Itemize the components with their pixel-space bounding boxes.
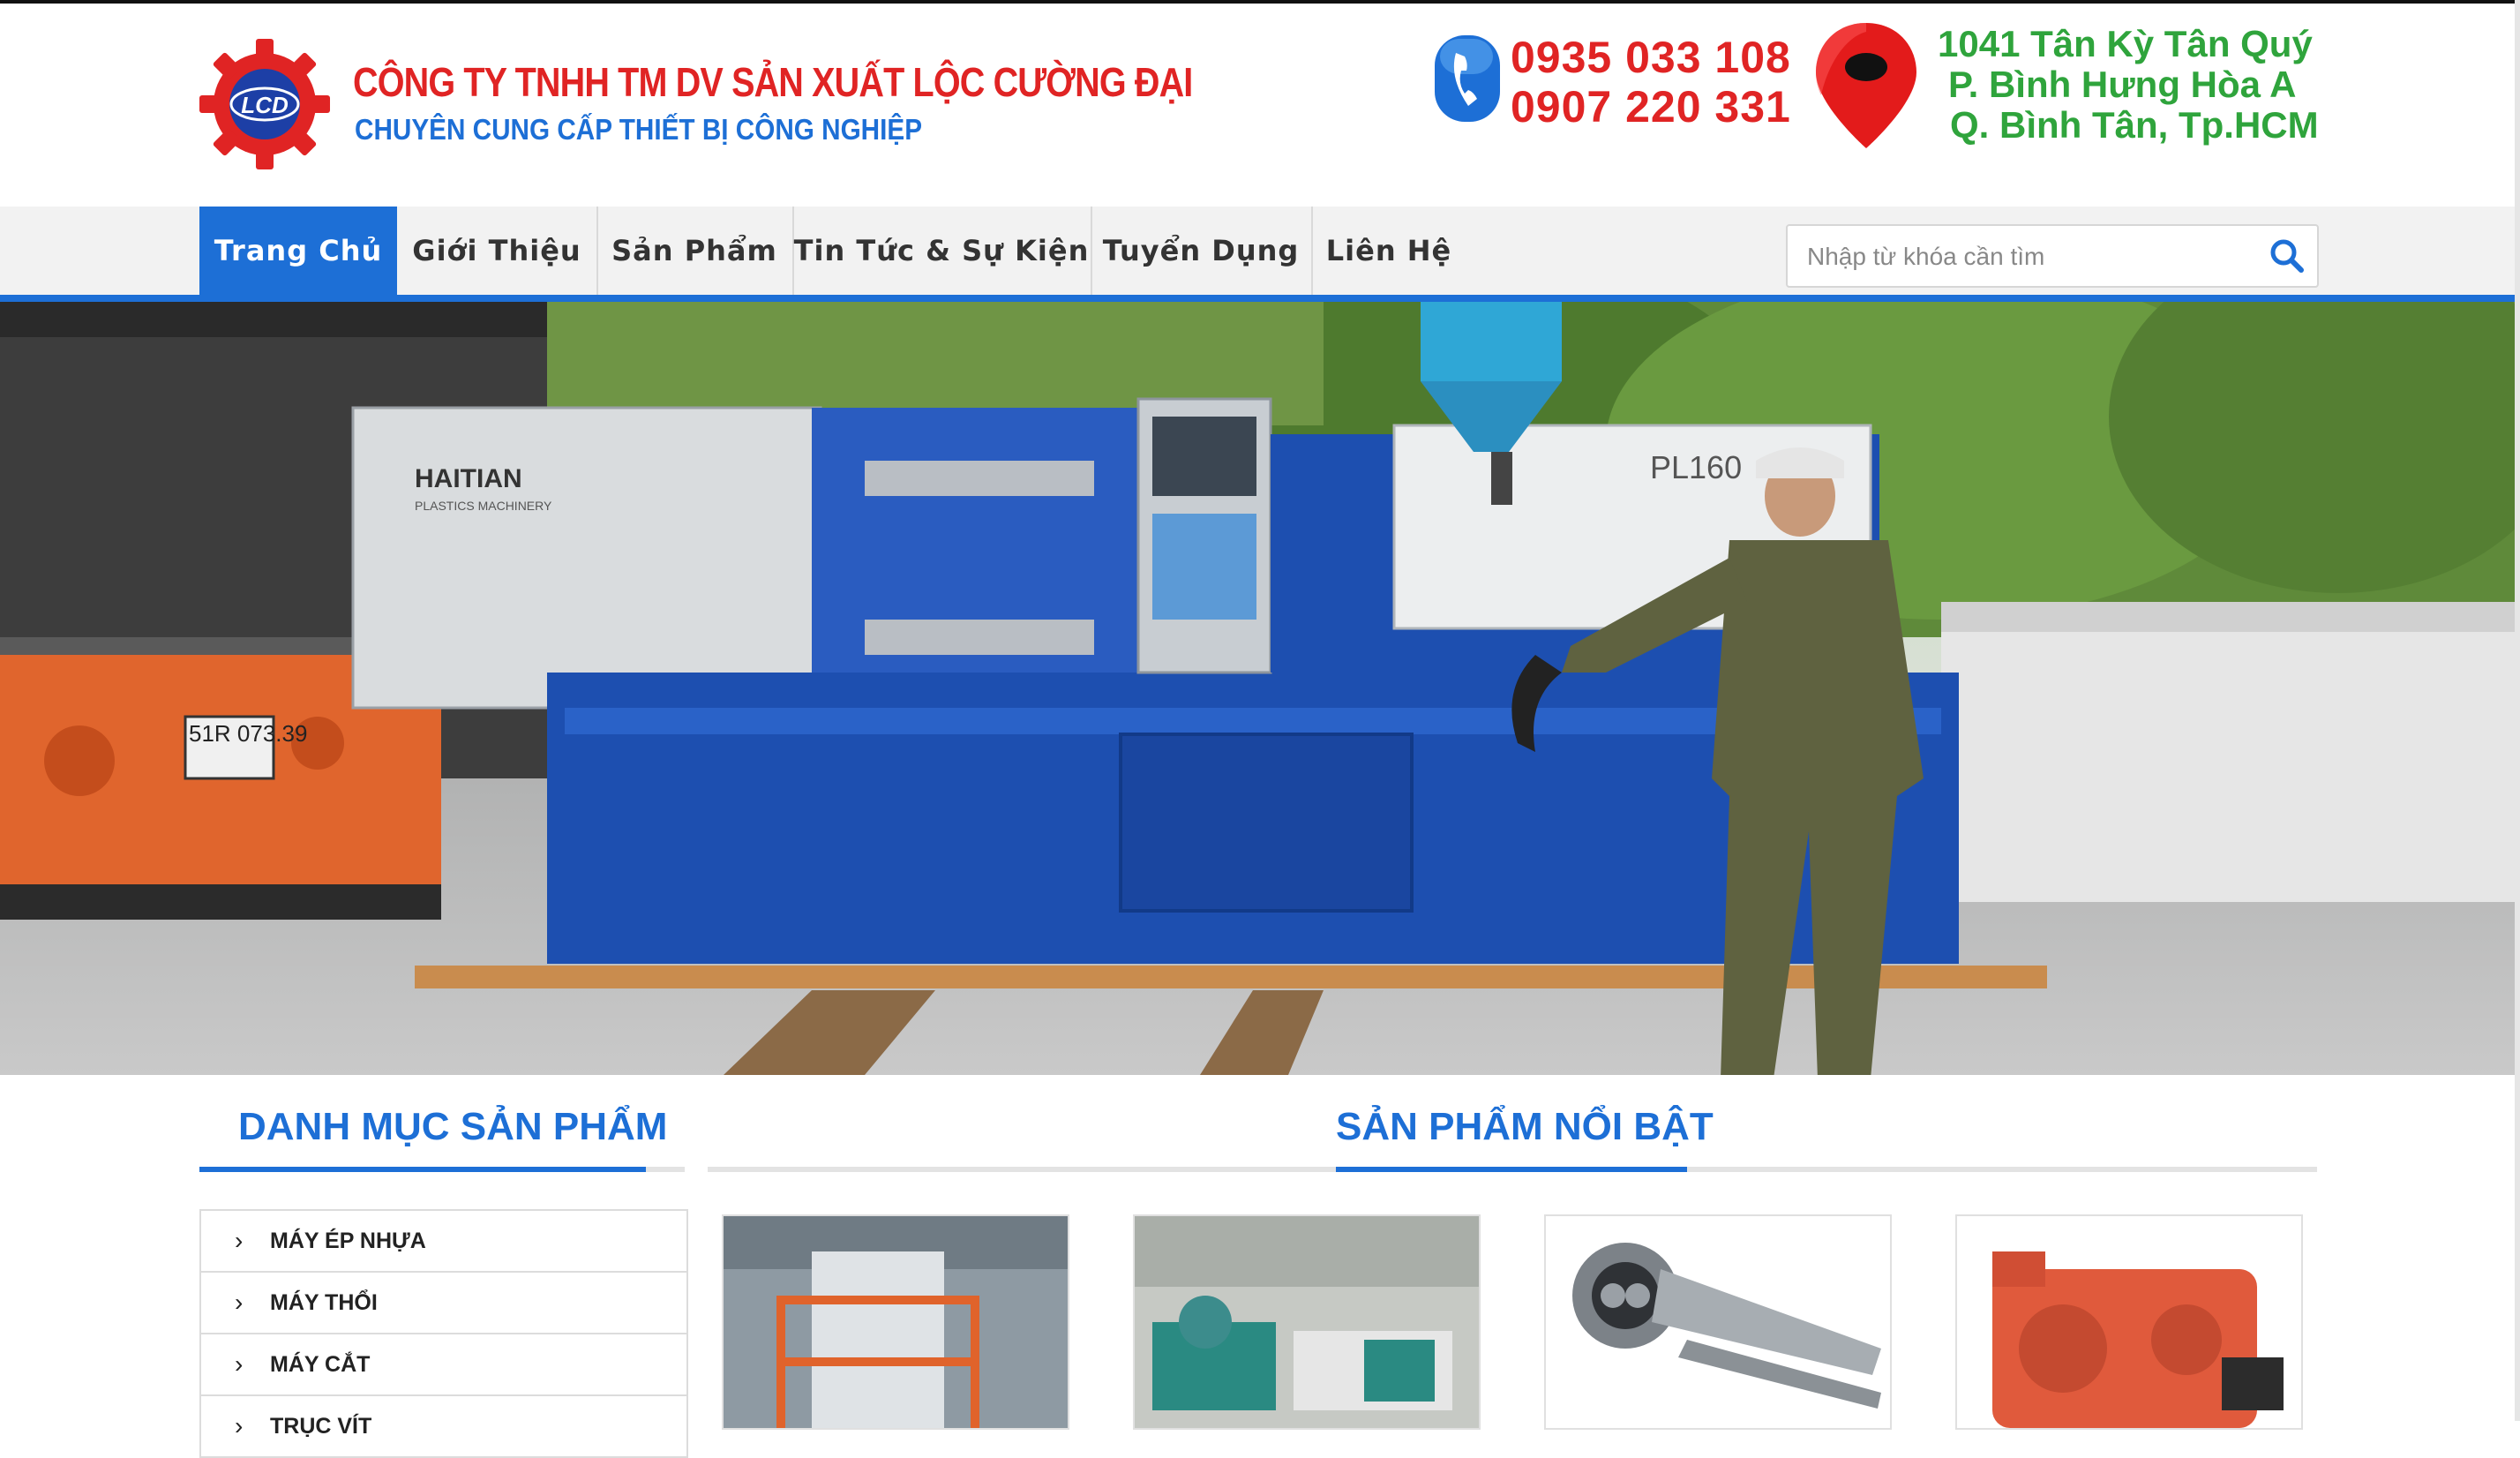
map-pin-icon [1811,19,1922,152]
category-item[interactable]: › MÁY THỔI [201,1273,686,1334]
featured-section-title: SẢN PHẨM NỔI BẬT [1336,1105,1714,1148]
logo-text: LCD [241,92,289,118]
hero-banner[interactable]: PL160 HAITIAN PLASTICS MACHINERY 51R 073… [0,302,2515,1075]
chevron-right-icon: › [235,1227,244,1254]
category-item[interactable]: › TRỤC VÍT [201,1396,686,1458]
machine-brand-label: HAITIAN [415,464,522,493]
address-line-2: P. Bình Hưng Hòa A [1948,64,2297,105]
category-item-label: MÁY THỔI [270,1289,378,1315]
search-box [1786,224,2319,288]
chevron-right-icon: › [235,1350,244,1378]
featured-title-underline [1336,1167,1687,1172]
category-item-label: MÁY CẮT [270,1351,371,1377]
category-item-label: TRỤC VÍT [270,1413,372,1439]
category-section-title: DANH MỤC SẢN PHẨM [238,1105,668,1148]
address-line-1: 1041 Tân Kỳ Tân Quý [1938,23,2313,64]
category-title-underline [199,1167,646,1172]
search-button[interactable] [2268,237,2306,275]
featured-product-card[interactable] [1955,1214,2303,1430]
scrollbar-track[interactable] [2515,0,2520,1421]
machine-subbrand-label: PLASTICS MACHINERY [415,499,552,513]
featured-product-card[interactable] [1133,1214,1481,1430]
featured-product-card[interactable] [1544,1214,1892,1430]
product-image [1546,1216,1890,1428]
nav-about[interactable]: Giới Thiệu [397,207,598,295]
truck-plate-label: 51R 073.39 [189,720,307,747]
product-image [1135,1216,1479,1428]
nav-news-events[interactable]: Tin Tức & Sự Kiện [792,207,1092,295]
chevron-right-icon: › [235,1412,244,1439]
search-icon [2270,239,2304,273]
banner-image: PL160 HAITIAN PLASTICS MACHINERY 51R 073… [0,302,2515,1075]
phone-number-2[interactable]: 0907 220 331 [1511,81,1791,132]
top-border [0,0,2520,4]
address-line-3: Q. Bình Tân, Tp.HCM [1950,104,2319,146]
nav-home[interactable]: Trang Chủ [199,207,397,295]
phone-icon [1429,30,1505,127]
chevron-right-icon: › [235,1289,244,1316]
phone-number-1[interactable]: 0935 033 108 [1511,32,1791,83]
nav-products[interactable]: Sản Phẩm [596,207,794,295]
nav-recruitment[interactable]: Tuyển Dụng [1091,207,1313,295]
gear-logo-icon: LCD [199,39,330,169]
company-name: CÔNG TY TNHH TM DV SẢN XUẤT LỘC CƯỜNG ĐẠ… [353,59,1193,105]
featured-product-card[interactable] [722,1214,1069,1430]
product-image [724,1216,1068,1428]
company-slogan: CHUYÊN CUNG CẤP THIẾT BỊ CÔNG NGHIỆP [355,113,923,146]
category-item[interactable]: › MÁY ÉP NHỰA [201,1211,686,1273]
category-item-label: MÁY ÉP NHỰA [270,1228,426,1253]
nav-contact[interactable]: Liên Hệ [1311,207,1466,295]
search-input[interactable] [1805,226,2250,288]
machine-model-label: PL160 [1650,449,1742,485]
company-logo[interactable]: LCD [198,37,332,171]
product-image [1957,1216,2301,1428]
category-item[interactable]: › MÁY CẮT [201,1334,686,1396]
